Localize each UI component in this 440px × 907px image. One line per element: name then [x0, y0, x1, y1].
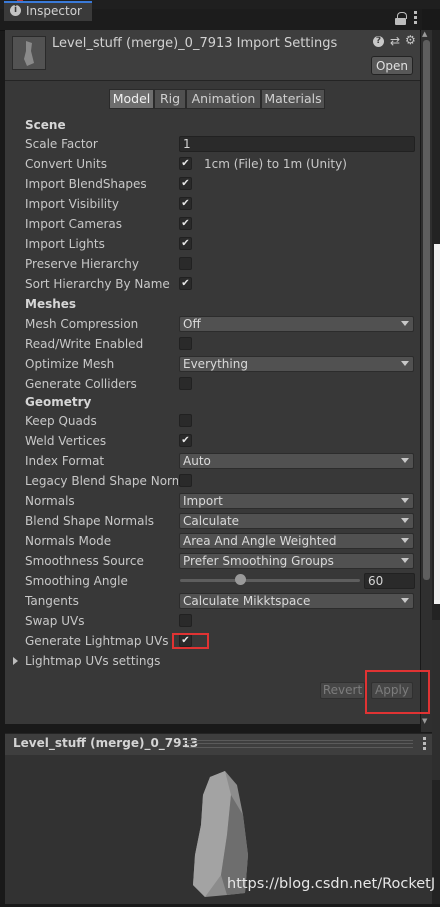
highlight-box	[172, 633, 209, 649]
scrollbar-thumb[interactable]	[423, 40, 430, 580]
kebab-menu-icon[interactable]	[423, 737, 426, 752]
preserve-hierarchy-checkbox[interactable]	[179, 257, 192, 270]
lock-icon[interactable]	[395, 12, 407, 25]
section-geometry: Geometry	[25, 395, 92, 409]
weld-vertices-label: Weld Vertices	[25, 434, 107, 448]
read-write-checkbox[interactable]	[179, 337, 192, 350]
import-lights-label: Import Lights	[25, 237, 105, 251]
convert-units-label: Convert Units	[25, 157, 107, 171]
tangents-value: Calculate Mikktspace	[183, 594, 311, 608]
smoothness-source-dropdown[interactable]: Prefer Smoothing Groups	[179, 553, 414, 569]
import-cameras-label: Import Cameras	[25, 217, 122, 231]
scale-factor-label: Scale Factor	[25, 137, 98, 151]
header-title: Level_stuff (merge)_0_7913 Import Settin…	[52, 36, 338, 51]
convert-units-checkbox[interactable]: ✔	[179, 157, 192, 170]
generate-lightmap-uvs-label: Generate Lightmap UVs	[25, 634, 169, 648]
chevron-down-icon	[401, 598, 409, 603]
swap-uvs-label: Swap UVs	[25, 614, 85, 628]
tangents-dropdown[interactable]: Calculate Mikktspace	[179, 593, 414, 609]
optimize-mesh-value: Everything	[183, 357, 248, 371]
import-lights-checkbox[interactable]: ✔	[179, 237, 192, 250]
index-format-label: Index Format	[25, 454, 105, 468]
revert-button[interactable]: Revert	[320, 682, 365, 699]
mesh-compression-label: Mesh Compression	[25, 317, 139, 331]
smoothing-angle-label: Smoothing Angle	[25, 574, 128, 588]
smoothness-source-label: Smoothness Source	[25, 554, 144, 568]
help-icon[interactable]: ?	[373, 36, 384, 47]
lightmap-uvs-settings-foldout[interactable]: Lightmap UVs settings	[25, 654, 178, 668]
section-meshes: Meshes	[25, 297, 77, 311]
import-visibility-checkbox[interactable]: ✔	[179, 197, 192, 210]
smoothing-angle-input[interactable]: 60	[364, 573, 415, 589]
preview-drag-handle[interactable]	[185, 740, 413, 748]
tab-animation[interactable]: Animation	[186, 89, 261, 109]
import-blendshapes-checkbox[interactable]: ✔	[179, 177, 192, 190]
normals-mode-value: Area And Angle Weighted	[183, 534, 337, 548]
section-scene: Scene	[25, 118, 66, 132]
expand-arrow-icon[interactable]	[13, 657, 18, 665]
convert-units-note: 1cm (File) to 1m (Unity)	[204, 157, 347, 171]
mesh-compression-value: Off	[183, 317, 201, 331]
preview-title: Level_stuff (merge)_0_7913	[13, 736, 199, 750]
tab-model[interactable]: Model	[109, 89, 154, 109]
optimize-mesh-dropdown[interactable]: Everything	[179, 356, 414, 372]
legacy-blend-checkbox[interactable]	[179, 474, 192, 487]
normals-value: Import	[183, 494, 223, 508]
scroll-down-arrow-icon[interactable]: ▼	[422, 717, 427, 725]
chevron-down-icon	[401, 518, 409, 523]
sort-hierarchy-label: Sort Hierarchy By Name	[25, 277, 170, 291]
highlight-box	[365, 670, 430, 714]
smoothness-source-value: Prefer Smoothing Groups	[183, 554, 334, 568]
chevron-down-icon	[401, 321, 409, 326]
chevron-down-icon	[401, 498, 409, 503]
legacy-blend-label: Legacy Blend Shape Normals	[25, 474, 178, 488]
gear-icon[interactable]: ⚙	[405, 33, 416, 47]
generate-colliders-label: Generate Colliders	[25, 377, 137, 391]
mesh-compression-dropdown[interactable]: Off	[179, 316, 414, 332]
swap-uvs-checkbox[interactable]	[179, 614, 192, 627]
index-format-value: Auto	[183, 454, 211, 468]
import-cameras-checkbox[interactable]: ✔	[179, 217, 192, 230]
scroll-up-arrow-icon[interactable]: ▲	[422, 30, 427, 38]
smoothing-angle-slider-handle[interactable]	[235, 574, 246, 585]
read-write-label: Read/Write Enabled	[25, 337, 144, 351]
asset-thumbnail	[12, 36, 46, 70]
keep-quads-label: Keep Quads	[25, 414, 97, 428]
blend-shape-normals-value: Calculate	[183, 514, 240, 528]
blend-shape-normals-dropdown[interactable]: Calculate	[179, 513, 414, 529]
scene-view-edge	[432, 30, 440, 904]
index-format-dropdown[interactable]: Auto	[179, 453, 414, 469]
import-visibility-label: Import Visibility	[25, 197, 119, 211]
smoothing-angle-slider[interactable]	[180, 579, 360, 582]
tangents-label: Tangents	[25, 594, 79, 608]
tab-inspector[interactable]: i Inspector	[4, 1, 92, 21]
sort-hierarchy-checkbox[interactable]: ✔	[179, 277, 192, 290]
optimize-mesh-label: Optimize Mesh	[25, 357, 115, 371]
chevron-down-icon	[401, 458, 409, 463]
normals-mode-label: Normals Mode	[25, 534, 112, 548]
chevron-down-icon	[401, 538, 409, 543]
kebab-menu-icon[interactable]	[414, 11, 417, 26]
normals-mode-dropdown[interactable]: Area And Angle Weighted	[179, 533, 414, 549]
scale-factor-input[interactable]: 1	[179, 136, 415, 152]
tab-inspector-label: Inspector	[26, 4, 82, 18]
generate-colliders-checkbox[interactable]	[179, 377, 192, 390]
tab-rig[interactable]: Rig	[154, 89, 186, 109]
normals-label: Normals	[25, 494, 75, 508]
chevron-down-icon	[401, 361, 409, 366]
info-icon: i	[10, 5, 21, 16]
preserve-hierarchy-label: Preserve Hierarchy	[25, 257, 139, 271]
import-blendshapes-label: Import BlendShapes	[25, 177, 147, 191]
chevron-down-icon	[401, 558, 409, 563]
keep-quads-checkbox[interactable]	[179, 414, 192, 427]
preset-icon[interactable]: ⇄	[390, 34, 400, 48]
weld-vertices-checkbox[interactable]: ✔	[179, 434, 192, 447]
normals-dropdown[interactable]: Import	[179, 493, 414, 509]
open-button[interactable]: Open	[371, 56, 413, 75]
watermark: https://blog.csdn.net/RocketJ	[227, 876, 436, 892]
blend-shape-normals-label: Blend Shape Normals	[25, 514, 155, 528]
tab-materials[interactable]: Materials	[261, 89, 325, 109]
